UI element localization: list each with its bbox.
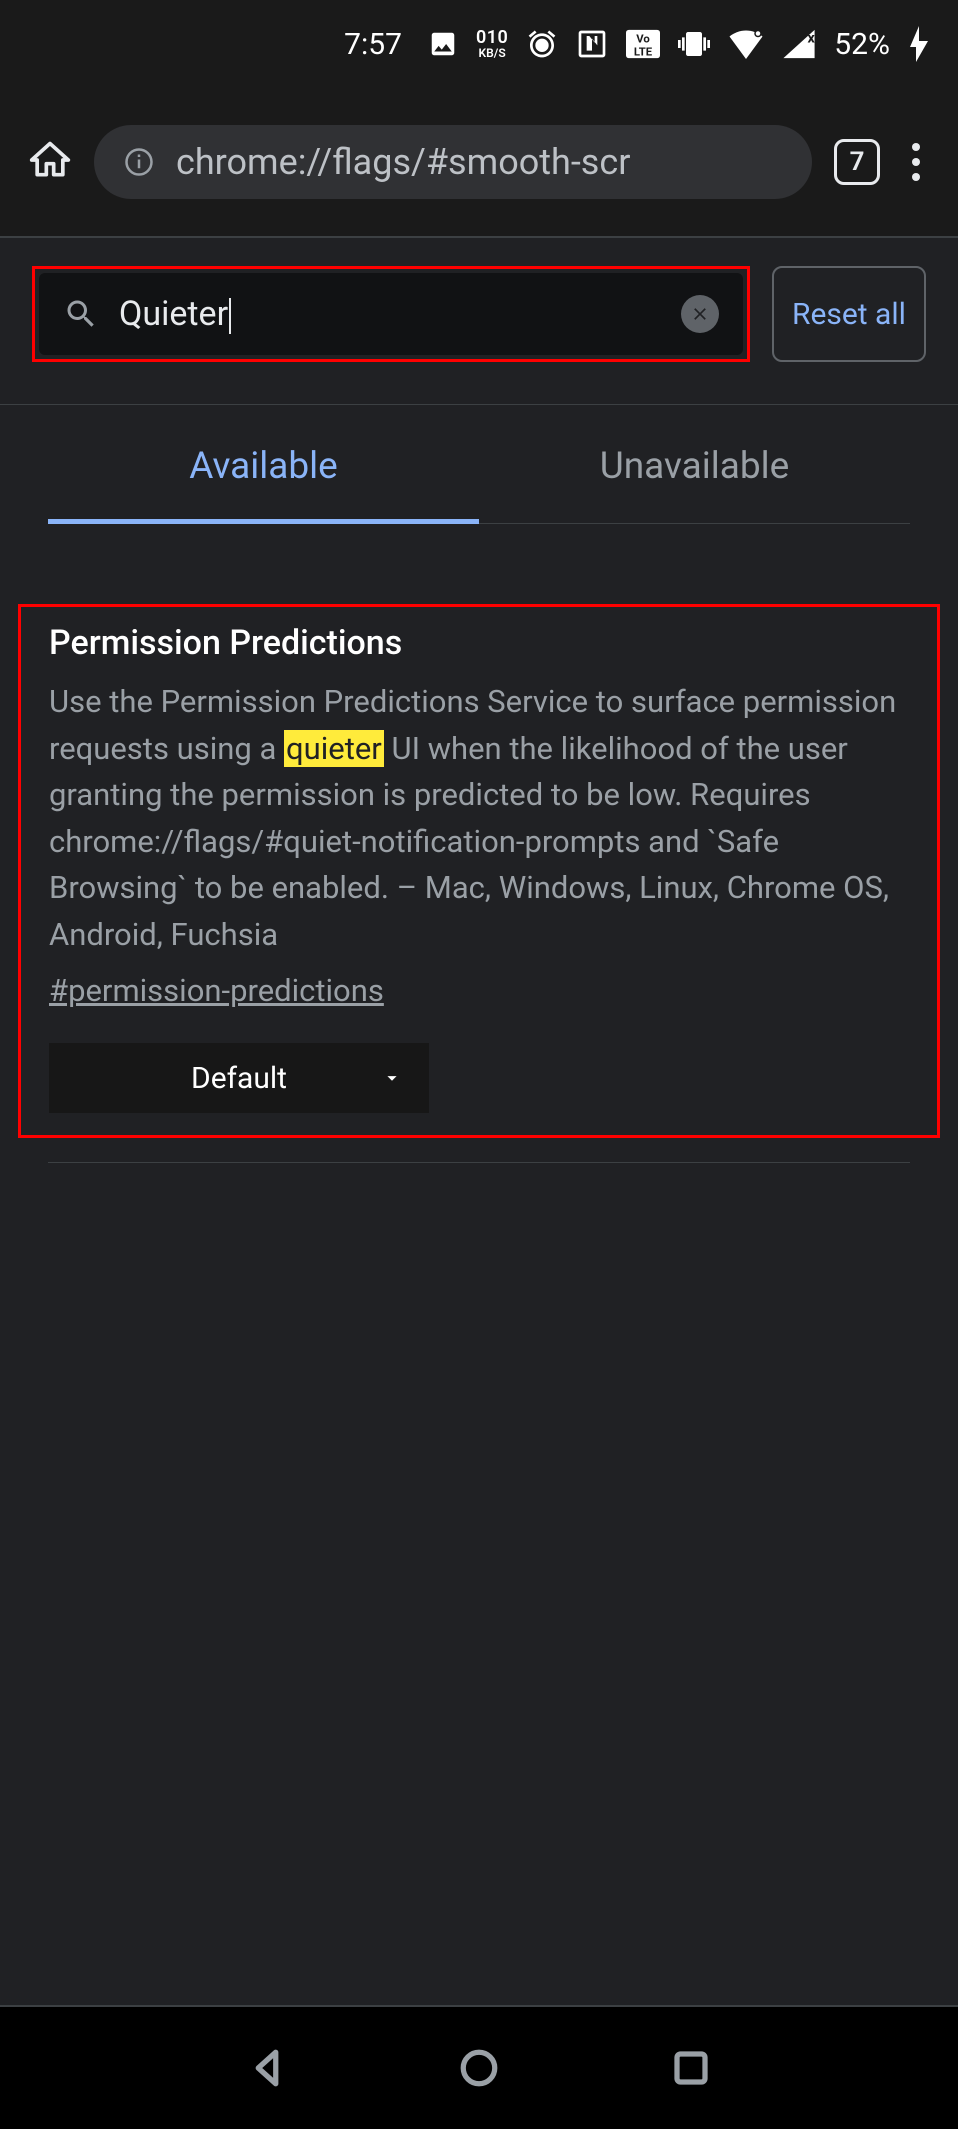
nfc-icon: [576, 28, 608, 60]
home-button[interactable]: [28, 138, 72, 186]
search-input[interactable]: Quieter: [39, 273, 743, 355]
reset-all-button[interactable]: Reset all: [772, 266, 926, 362]
volte-icon: VoLTE: [626, 29, 660, 59]
menu-button[interactable]: [902, 137, 930, 187]
network-speed: 010 KB/S: [476, 29, 508, 59]
flag-title: Permission Predictions: [49, 623, 909, 663]
flag-dropdown[interactable]: Default: [49, 1043, 429, 1113]
clear-search-button[interactable]: [681, 295, 719, 333]
status-bar: 7:57 010 KB/S VoLTE x 52%: [0, 0, 958, 88]
search-match-highlight: quieter: [284, 730, 384, 767]
url-bar[interactable]: chrome://flags/#smooth-scr: [94, 125, 812, 199]
search-icon: [63, 296, 99, 332]
charging-icon: [908, 26, 930, 62]
status-time: 7:57: [344, 27, 402, 62]
alarm-icon: [526, 28, 558, 60]
tabs: Available Unavailable: [0, 404, 958, 524]
svg-text:x: x: [808, 31, 816, 47]
info-icon: [124, 147, 154, 177]
search-row: Quieter Reset all: [0, 238, 958, 390]
vibrate-icon: [678, 28, 710, 60]
close-icon: [690, 304, 710, 324]
url-text: chrome://flags/#smooth-scr: [176, 141, 630, 183]
nav-home-button[interactable]: [458, 2047, 500, 2089]
tab-unavailable[interactable]: Unavailable: [479, 405, 910, 524]
tab-switcher[interactable]: 7: [834, 139, 880, 185]
flag-card-highlight: Permission Predictions Use the Permissio…: [18, 604, 940, 1138]
battery-percent: 52%: [834, 27, 890, 62]
nav-back-button[interactable]: [246, 2047, 288, 2089]
divider: [48, 1162, 910, 1163]
search-highlight: Quieter: [32, 266, 750, 362]
wifi-icon: [728, 29, 764, 59]
chevron-down-icon: [381, 1067, 403, 1089]
picture-icon: [428, 29, 458, 59]
nav-recents-button[interactable]: [670, 2047, 712, 2089]
tab-available[interactable]: Available: [48, 405, 479, 524]
browser-toolbar: chrome://flags/#smooth-scr 7: [0, 88, 958, 238]
system-nav-bar: [0, 2005, 958, 2129]
flag-anchor-link[interactable]: #permission-predictions: [49, 972, 384, 1009]
signal-icon: x: [782, 29, 816, 59]
svg-text:LTE: LTE: [634, 44, 653, 58]
flag-description: Use the Permission Predictions Service t…: [49, 679, 909, 958]
search-value: Quieter: [119, 294, 661, 334]
